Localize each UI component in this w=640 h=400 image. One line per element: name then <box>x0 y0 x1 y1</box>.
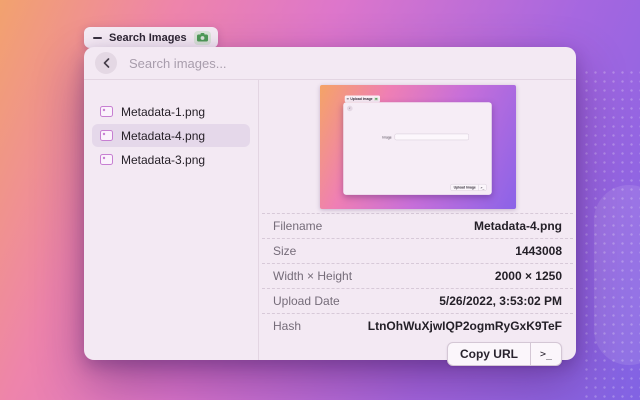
metadata-value: 2000 × 1250 <box>495 269 562 283</box>
file-list-pane: Metadata-1.png Metadata-4.png Metadata-3… <box>84 80 259 360</box>
preview-area: Upload Image ‹ Image Upload Ima <box>259 80 576 213</box>
camera-icon <box>194 31 211 45</box>
image-file-icon <box>100 130 113 141</box>
search-bar <box>84 47 576 80</box>
launcher-tab-label: Search Images <box>109 32 187 44</box>
background-blob-decoration <box>594 185 640 365</box>
desktop-background: Search Images <box>0 0 640 400</box>
metadata-label: Upload Date <box>273 294 340 308</box>
metadata-value: 5/26/2022, 3:53:02 PM <box>439 294 562 308</box>
list-item-metadata-1[interactable]: Metadata-1.png <box>92 100 250 123</box>
file-name: Metadata-4.png <box>121 129 205 143</box>
preview-terminal-icon: >_ <box>478 185 486 191</box>
search-input[interactable] <box>127 55 565 72</box>
preview-upload-window: ‹ Image Upload Image >_ <box>343 102 492 195</box>
preview-image-form: Image <box>382 134 469 140</box>
list-item-metadata-4[interactable]: Metadata-4.png <box>92 124 250 147</box>
preview-camera-icon <box>374 97 378 100</box>
file-name: Metadata-3.png <box>121 153 205 167</box>
image-file-icon <box>100 154 113 165</box>
image-file-icon <box>100 106 113 117</box>
preview-image-label: Image <box>382 135 391 139</box>
preview-back-button: ‹ <box>347 106 353 112</box>
metadata-value: 1443008 <box>515 244 562 258</box>
image-preview-thumbnail: Upload Image ‹ Image Upload Ima <box>320 85 516 209</box>
action-footer: Copy URL >_ <box>259 338 576 366</box>
metadata-label: Filename <box>273 219 322 233</box>
search-images-window: Metadata-1.png Metadata-4.png Metadata-3… <box>84 47 576 360</box>
detail-pane: Upload Image ‹ Image Upload Ima <box>259 80 576 360</box>
preview-minimize-icon <box>346 99 348 100</box>
table-row-upload-date: Upload Date 5/26/2022, 3:53:02 PM <box>262 288 573 313</box>
preview-screenshot-content: Upload Image ‹ Image Upload Ima <box>320 85 516 209</box>
file-name: Metadata-1.png <box>121 105 205 119</box>
launcher-tab-search-images[interactable]: Search Images <box>84 27 218 48</box>
metadata-table: Filename Metadata-4.png Size 1443008 Wid… <box>259 213 576 338</box>
metadata-label: Size <box>273 244 296 258</box>
copy-url-button[interactable]: Copy URL <box>448 343 530 365</box>
table-row-filename: Filename Metadata-4.png <box>262 213 573 238</box>
preview-upload-tab: Upload Image <box>344 96 379 103</box>
metadata-label: Hash <box>273 319 301 333</box>
table-row-size: Size 1443008 <box>262 238 573 263</box>
minimize-icon[interactable] <box>93 37 102 39</box>
preview-upload-button-label: Upload Image <box>451 184 478 190</box>
terminal-icon[interactable]: >_ <box>531 343 561 365</box>
list-item-metadata-3[interactable]: Metadata-3.png <box>92 148 250 171</box>
metadata-label: Width × Height <box>273 269 352 283</box>
chevron-left-icon <box>103 58 110 68</box>
preview-upload-button: Upload Image >_ <box>450 184 486 191</box>
window-body: Metadata-1.png Metadata-4.png Metadata-3… <box>84 80 576 360</box>
preview-image-input <box>394 134 468 140</box>
copy-url-button-group: Copy URL >_ <box>447 342 562 366</box>
table-row-dimensions: Width × Height 2000 × 1250 <box>262 263 573 288</box>
preview-tab-label: Upload Image <box>350 97 372 101</box>
metadata-value: Metadata-4.png <box>474 219 562 233</box>
back-button[interactable] <box>95 52 117 74</box>
metadata-value: LtnOhWuXjwIQP2ogmRyGxK9TeF <box>368 319 562 333</box>
table-row-hash: Hash LtnOhWuXjwIQP2ogmRyGxK9TeF <box>262 313 573 338</box>
